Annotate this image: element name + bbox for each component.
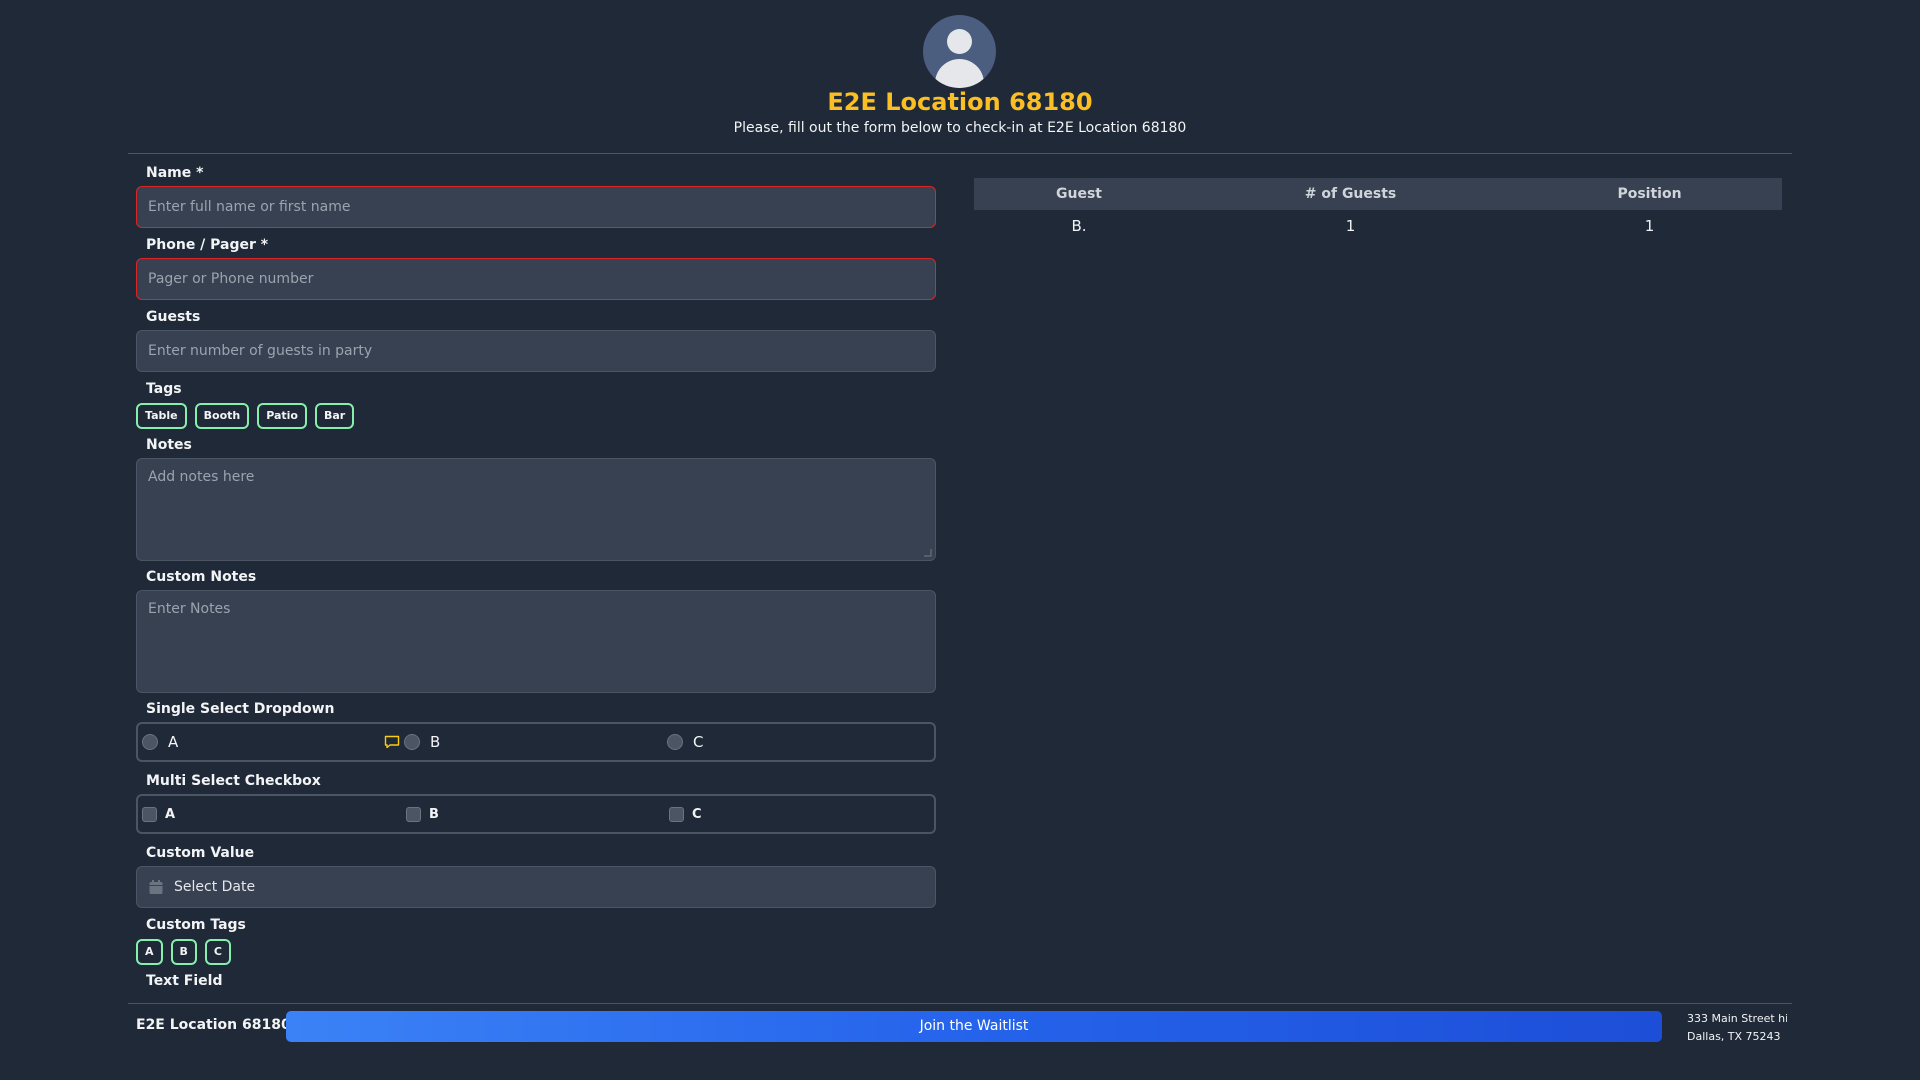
cell-guest: B. [1071,217,1087,235]
table-header: Guest # of Guests Position [974,178,1782,210]
checkbox-label: A [165,806,176,822]
tags-group: Table Booth Patio Bar [136,403,355,429]
resize-handle[interactable] [924,549,932,557]
radio-option-c[interactable]: C [667,724,703,760]
calendar-icon [149,880,163,894]
phone-input[interactable]: Pager or Phone number [136,258,936,300]
radio-label: C [693,733,704,751]
name-input[interactable]: Enter full name or first name [136,186,936,228]
custom-tag-a[interactable]: A [136,939,163,965]
date-placeholder: Select Date [174,879,256,895]
guests-input[interactable]: Enter number of guests in party [136,330,936,372]
custom-notes-label: Custom Notes [146,569,257,585]
notes-placeholder: Add notes here [148,469,255,485]
waitlist-table: Guest # of Guests Position B. 1 1 [974,178,1782,242]
radio-label: A [168,733,179,751]
phone-label: Phone / Pager * [146,237,269,253]
custom-value-label: Custom Value [146,845,255,861]
tag-bar[interactable]: Bar [315,403,355,429]
guests-label: Guests [146,309,201,325]
column-header-guests-count: # of Guests [1304,186,1397,202]
single-select-group: A B C [136,722,936,762]
notes-textarea[interactable]: Add notes here [136,458,936,561]
join-waitlist-button[interactable]: Join the Waitlist [286,1011,1662,1042]
name-label: Name * [146,165,204,181]
column-header-guest: Guest [1056,186,1102,202]
avatar [923,15,996,88]
page-title: E2E Location 68180 [827,88,1093,116]
checkbox[interactable] [142,806,157,822]
tags-label: Tags [146,381,182,397]
address-line-2: Dallas, TX 75243 [1687,1030,1781,1043]
cell-position: 1 [1644,217,1655,235]
cell-guests-count: 1 [1345,217,1356,235]
tag-booth[interactable]: Booth [194,403,250,429]
date-picker-input[interactable]: Select Date [136,866,936,908]
footer-address: 333 Main Street hi Dallas, TX 75243 [1687,1010,1787,1046]
multi-select-label: Multi Select Checkbox [146,773,321,789]
custom-tags-group: A B C [136,939,231,965]
table-row: B. 1 1 [974,210,1782,242]
single-select-label: Single Select Dropdown [146,701,335,717]
avatar-head [947,29,972,54]
checkbox-option-b[interactable]: B [406,796,439,832]
address-line-1: 333 Main Street hi [1687,1012,1787,1025]
checkin-form: Name * Enter full name or first name Pho… [136,160,936,992]
custom-notes-textarea[interactable]: Enter Notes [136,590,936,693]
custom-tag-c[interactable]: C [204,939,231,965]
checkbox-option-a[interactable]: A [142,796,175,832]
footer-location-name: E2E Location 68180 [136,1017,291,1033]
column-header-position: Position [1617,186,1682,202]
radio-label: B [430,733,441,751]
page-subtitle: Please, fill out the form below to check… [733,120,1187,136]
tag-table[interactable]: Table [136,403,187,429]
multi-select-group: A B C [136,794,936,834]
checkbox-label: C [692,806,702,822]
comment-icon[interactable] [384,735,400,749]
custom-tags-label: Custom Tags [146,917,246,933]
custom-tag-b[interactable]: B [170,939,197,965]
header-divider [128,153,1792,154]
checkbox[interactable] [406,806,421,822]
checkbox[interactable] [669,806,684,822]
text-field-label: Text Field [146,973,223,989]
notes-label: Notes [146,437,192,453]
custom-notes-placeholder: Enter Notes [148,601,231,617]
footer-divider [128,1003,1792,1004]
radio-option-a[interactable]: A [142,724,178,760]
checkbox-label: B [429,806,439,822]
avatar-body [935,59,984,88]
tag-patio[interactable]: Patio [257,403,307,429]
radio-circle[interactable] [404,734,420,750]
radio-circle[interactable] [142,734,158,750]
radio-circle[interactable] [667,734,683,750]
radio-option-b[interactable]: B [404,724,440,760]
checkbox-option-c[interactable]: C [669,796,702,832]
